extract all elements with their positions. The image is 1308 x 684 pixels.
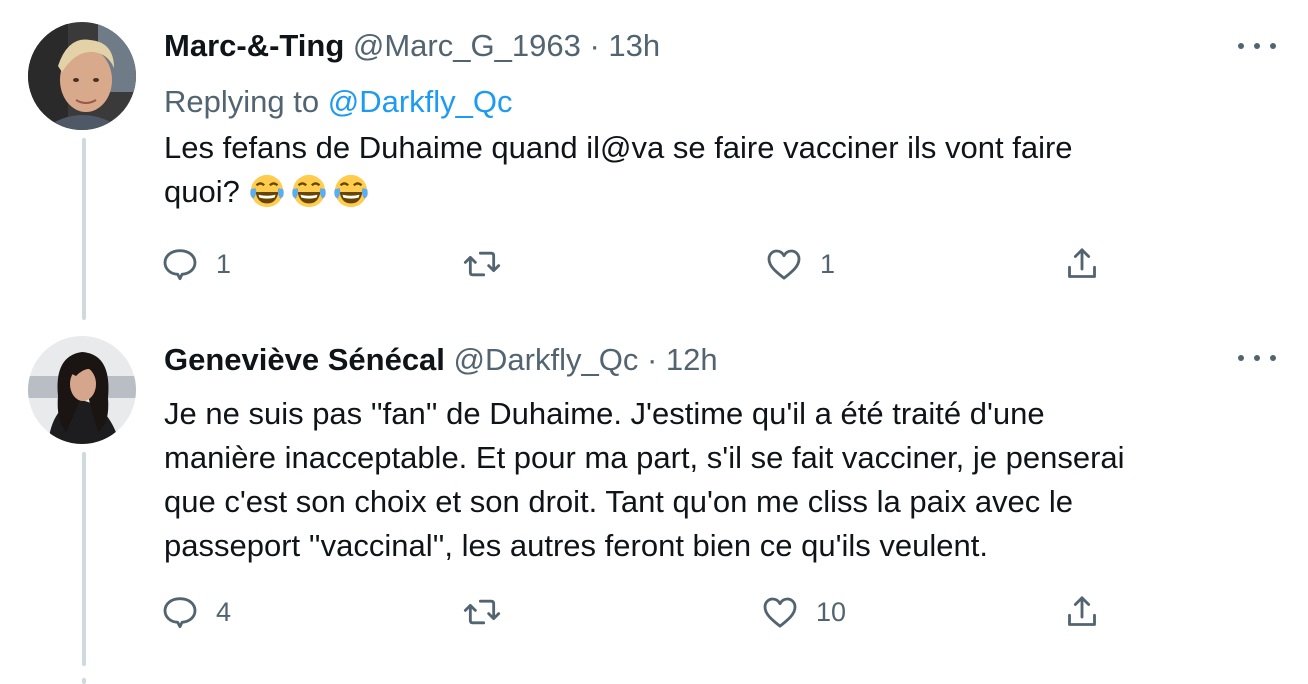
tweet-header: Geneviève Sénécal @Darkfly_Qc · 12h (164, 340, 718, 380)
like-icon (763, 597, 797, 628)
tweet-text-line: quoi? (164, 170, 1073, 216)
tweet-text-line: Les fefans de Duhaime quand il@va se fai… (164, 130, 1073, 165)
separator-dot: · (646, 342, 658, 377)
more-options-icon[interactable] (1238, 346, 1276, 370)
more-options-icon[interactable] (1238, 34, 1276, 58)
emoji-group (248, 172, 374, 216)
reply-count: 4 (216, 596, 232, 627)
replying-to-mention[interactable]: @Darkfly_Qc (328, 84, 513, 119)
avatar-marc-image (28, 22, 136, 130)
thread-line-3 (82, 678, 86, 684)
tweet-actions: 1 1 (160, 242, 1160, 286)
retweet-button[interactable] (462, 242, 518, 286)
like-icon (767, 249, 801, 280)
replying-to: Replying to @Darkfly_Qc (164, 82, 513, 122)
separator-dot: · (589, 28, 600, 63)
tweet-text-line: Je ne suis pas ''fan'' de Duhaime. J'est… (164, 396, 1045, 431)
like-button[interactable]: 1 (764, 242, 835, 286)
tweet-text-line: manière inacceptable. Et pour ma part, s… (164, 440, 1125, 475)
tweet-text: Les fefans de Duhaime quand il@va se fai… (164, 126, 1073, 216)
tweet-header: Marc-&-Ting @Marc_G_1963 · 13h (164, 26, 660, 66)
share-icon (1068, 248, 1096, 278)
tweet-actions: 4 10 (160, 590, 1160, 634)
thread-line-1 (82, 138, 86, 320)
like-count: 10 (816, 596, 847, 627)
reply-button[interactable]: 4 (160, 590, 231, 634)
thread-line-2 (82, 452, 86, 666)
display-name[interactable]: Marc-&-Ting (164, 28, 344, 63)
retweet-icon (463, 251, 501, 277)
like-button[interactable]: 10 (760, 590, 846, 634)
tweet-text-line: que c'est son choix et son droit. Tant q… (164, 484, 1074, 519)
retweet-button[interactable] (462, 590, 518, 634)
user-handle[interactable]: @Darkfly_Qc (454, 342, 639, 377)
user-handle[interactable]: @Marc_G_1963 (353, 28, 581, 63)
face-with-tears-of-joy-icon (250, 174, 285, 207)
share-button[interactable] (1062, 242, 1102, 286)
share-button[interactable] (1062, 590, 1102, 634)
share-icon (1068, 596, 1096, 626)
reply-button[interactable]: 1 (160, 242, 231, 286)
reply-icon (163, 249, 197, 281)
avatar-genevieve-image (28, 336, 136, 444)
display-name[interactable]: Geneviève Sénécal (164, 342, 445, 377)
timestamp[interactable]: 13h (608, 28, 660, 63)
face-with-tears-of-joy-icon (292, 174, 327, 207)
face-with-tears-of-joy-icon (334, 174, 369, 207)
tweet-text-line-start: quoi? (164, 174, 240, 209)
timestamp[interactable]: 12h (666, 342, 718, 377)
reply-count: 1 (216, 248, 232, 279)
avatar-genevieve[interactable] (28, 336, 136, 444)
like-count: 1 (820, 248, 836, 279)
avatar-marc[interactable] (28, 22, 136, 130)
tweet-text: Je ne suis pas ''fan'' de Duhaime. J'est… (164, 392, 1125, 568)
tweet-text-line: passeport ''vaccinal'', les autres feron… (164, 528, 988, 563)
replying-to-label: Replying to (164, 84, 320, 119)
retweet-icon (463, 599, 501, 625)
reply-icon (163, 597, 197, 629)
